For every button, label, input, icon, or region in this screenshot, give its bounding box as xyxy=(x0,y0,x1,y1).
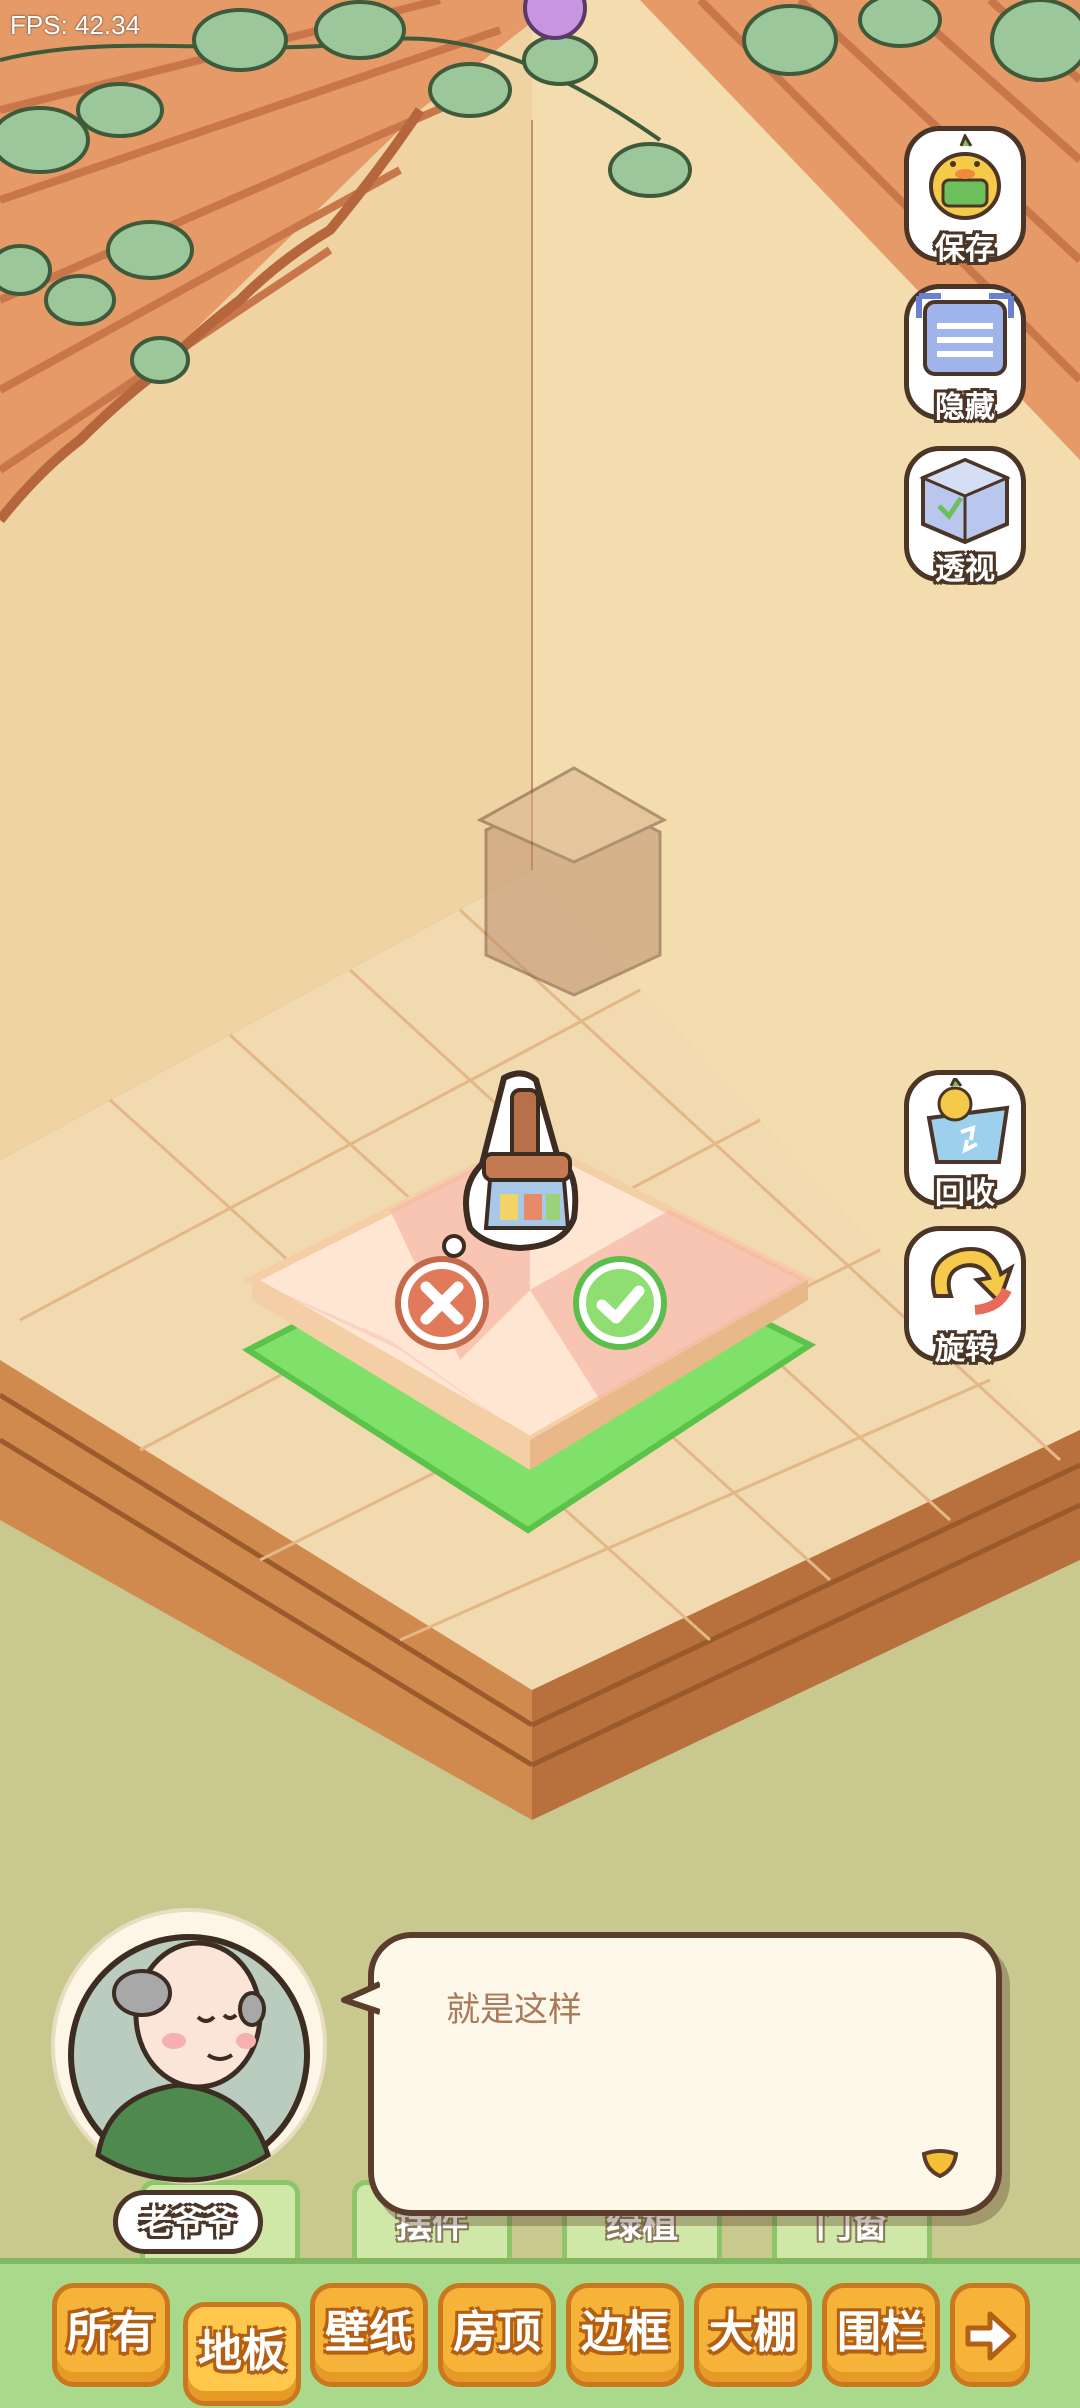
broom-brush-icon xyxy=(442,1070,579,1258)
tab-more-button[interactable] xyxy=(950,2283,1030,2387)
tab-all[interactable]: 所有 xyxy=(52,2283,170,2387)
arrow-right-icon xyxy=(965,2311,1017,2361)
tab-floor[interactable]: 地板 xyxy=(183,2302,301,2406)
save-duck-icon xyxy=(929,134,1001,220)
hide-frame-icon xyxy=(916,293,1014,376)
hide-button[interactable]: 隐藏 xyxy=(904,284,1026,425)
dialog-continue-indicator[interactable] xyxy=(920,2148,960,2184)
dialog-text: 就是这样 xyxy=(446,1990,582,2030)
save-label: 保存 xyxy=(935,232,995,267)
speaker-avatar xyxy=(48,1905,330,2187)
confirm-placement-button[interactable] xyxy=(572,1255,668,1351)
confirm-check-icon xyxy=(573,1256,667,1350)
rotate-arrow-icon xyxy=(930,1247,1015,1315)
speaker-name-tag: 老爷爷 xyxy=(113,2190,263,2254)
perspective-button[interactable]: 透视 xyxy=(904,446,1026,587)
recycle-bin-icon xyxy=(926,1078,1010,1164)
fps-counter: FPS: 42.34 xyxy=(10,10,141,40)
recycle-label: 回收 xyxy=(935,1176,995,1211)
rotate-label: 旋转 xyxy=(935,1332,995,1367)
dialog-bubble[interactable]: 就是这样 xyxy=(341,1932,1002,2216)
tab-border[interactable]: 边框 xyxy=(566,2283,684,2387)
tab-roof[interactable]: 房顶 xyxy=(438,2283,556,2387)
rotate-button[interactable]: 旋转 xyxy=(904,1226,1026,1367)
tab-greenhouse[interactable]: 大棚 xyxy=(694,2283,812,2387)
hide-label: 隐藏 xyxy=(935,390,995,425)
selected-item-badge xyxy=(440,1068,604,1268)
save-button[interactable]: 保存 xyxy=(904,126,1026,267)
grandpa-portrait xyxy=(51,1908,327,2184)
recycle-button[interactable]: 回收 xyxy=(904,1070,1026,1211)
perspective-cube-icon xyxy=(919,457,1011,544)
perspective-label: 透视 xyxy=(935,552,995,587)
continue-arrow-icon xyxy=(921,2149,959,2179)
tab-fence[interactable]: 围栏 xyxy=(822,2283,940,2387)
bubble-tail xyxy=(341,1981,380,2015)
cancel-x-icon xyxy=(395,1256,489,1350)
tab-wallpaper[interactable]: 壁纸 xyxy=(310,2283,428,2387)
cancel-placement-button[interactable] xyxy=(394,1255,490,1351)
